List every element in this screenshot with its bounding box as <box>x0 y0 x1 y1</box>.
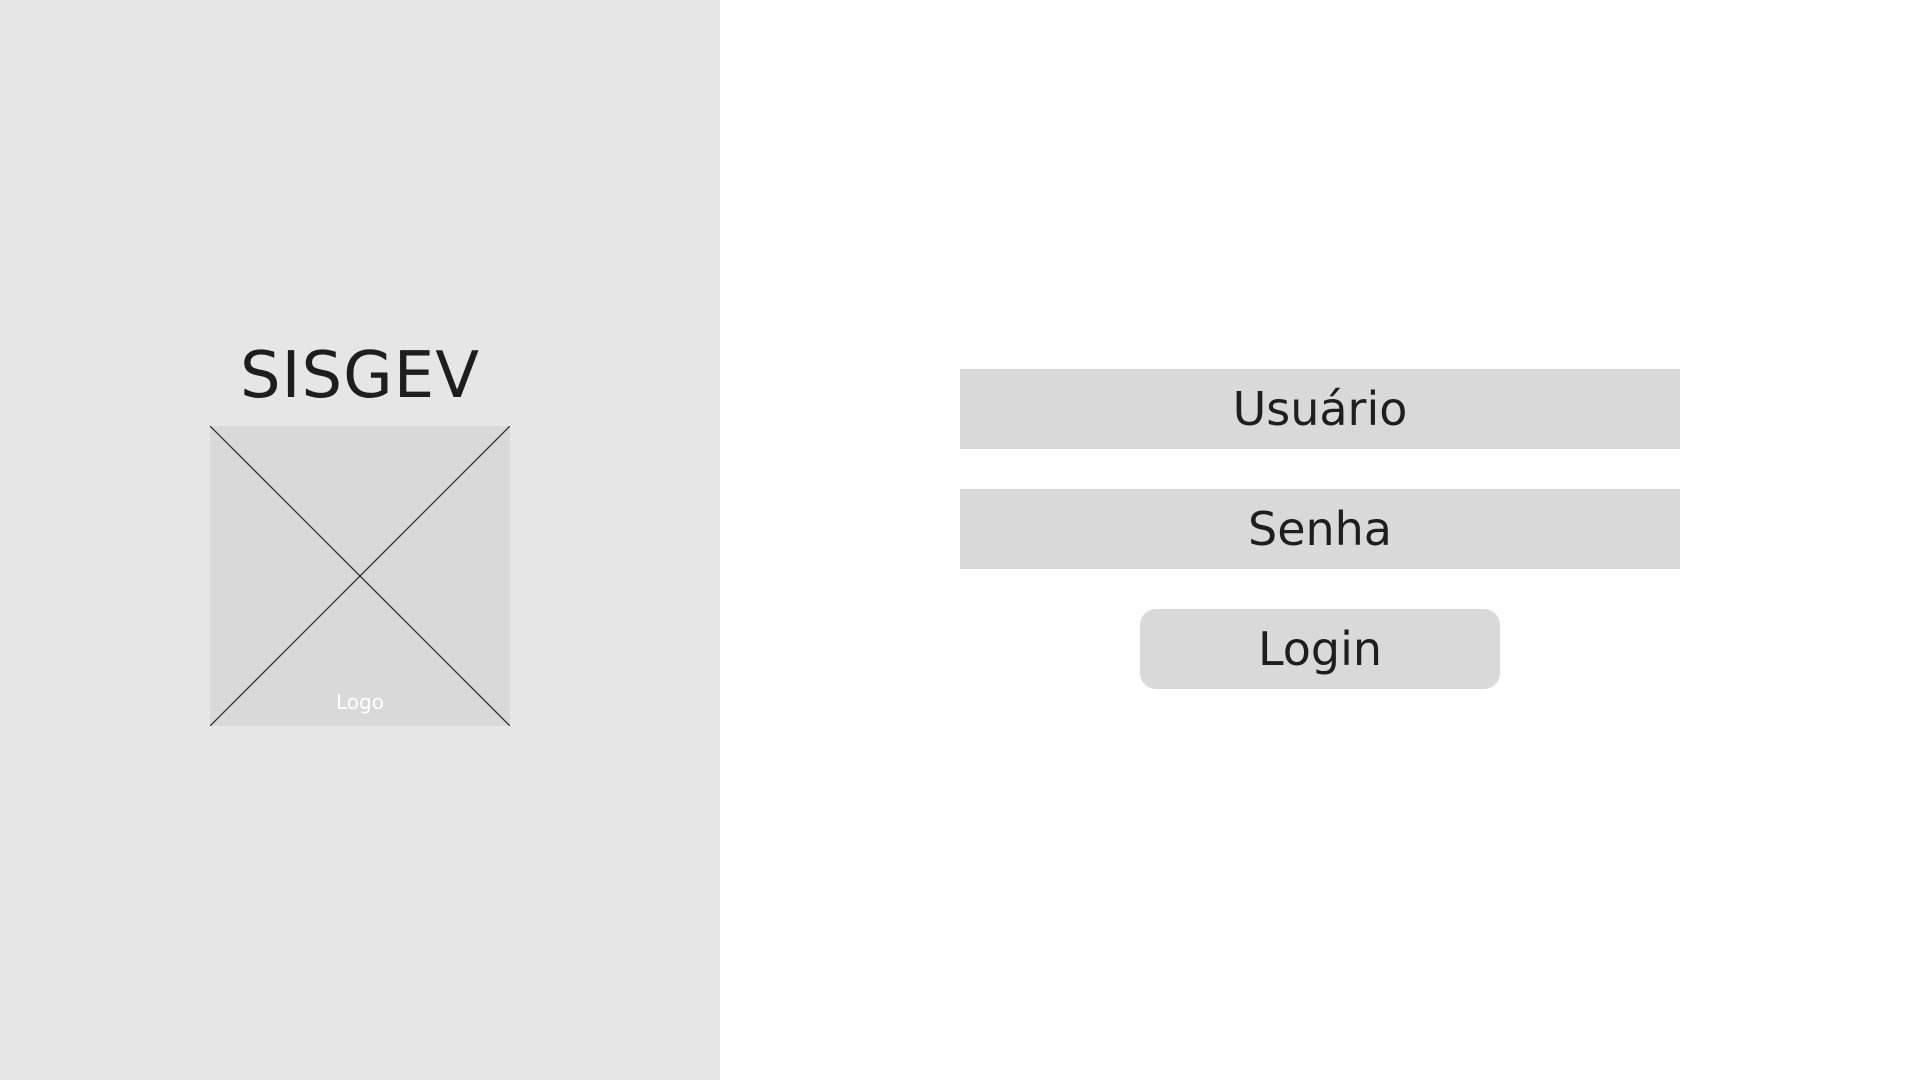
branding-panel: SISGEV Logo <box>0 0 720 1080</box>
username-input[interactable] <box>960 369 1680 449</box>
logo-label: Logo <box>336 690 384 714</box>
image-placeholder-icon <box>210 426 510 726</box>
logo-placeholder: Logo <box>210 426 510 726</box>
login-button[interactable]: Login <box>1140 609 1500 689</box>
login-page: SISGEV Logo Login <box>0 0 1920 1080</box>
password-input[interactable] <box>960 489 1680 569</box>
app-title: SISGEV <box>240 339 480 413</box>
login-panel: Login <box>720 0 1920 1080</box>
